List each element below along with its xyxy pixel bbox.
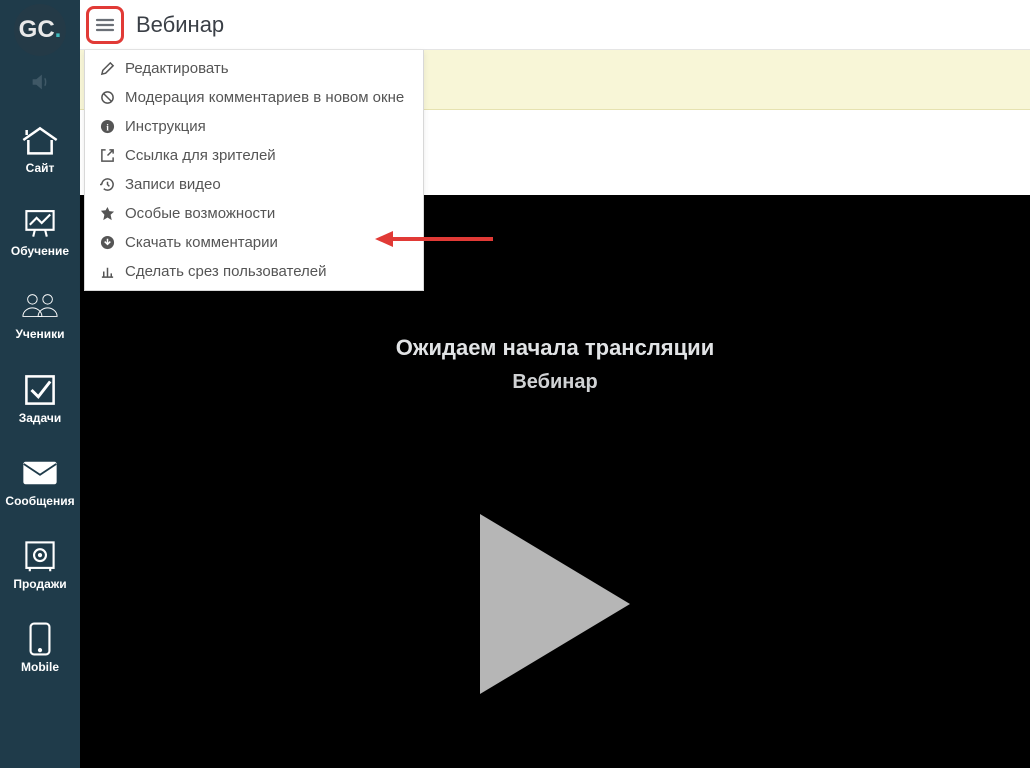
play-button[interactable]: [480, 514, 630, 694]
sidebar: G C . Сайт Обучение: [0, 0, 80, 768]
dropdown-item-recordings[interactable]: Записи видео: [85, 170, 423, 199]
pencil-icon: [99, 61, 115, 77]
sidebar-item-label: Продажи: [13, 578, 66, 591]
dropdown-item-download-comments[interactable]: Скачать комментарии: [85, 228, 423, 257]
page-title: Вебинар: [136, 12, 224, 38]
sidebar-item-sales[interactable]: Продажи: [0, 536, 80, 591]
users-icon: [18, 286, 62, 326]
sidebar-item-site[interactable]: Сайт: [0, 120, 80, 175]
topbar: Вебинар: [80, 0, 1030, 50]
svg-text:i: i: [106, 123, 109, 133]
main: Вебинар Редактировать Модерация коммента…: [80, 0, 1030, 768]
sidebar-item-label: Сайт: [26, 162, 55, 175]
waiting-text-line1: Ожидаем начала трансляции: [396, 335, 714, 361]
dropdown-item-user-snapshot[interactable]: Сделать срез пользователей: [85, 257, 423, 286]
phone-icon: [18, 619, 62, 659]
dropdown-item-special[interactable]: Особые возможности: [85, 199, 423, 228]
sidebar-item-tasks[interactable]: Задачи: [0, 370, 80, 425]
logo-text-g: G: [19, 16, 38, 44]
dropdown-item-label: Ссылка для зрителей: [125, 147, 276, 164]
envelope-icon: [18, 453, 62, 493]
sidebar-item-messages[interactable]: Сообщения: [0, 453, 80, 508]
sidebar-item-label: Задачи: [19, 412, 62, 425]
dropdown-item-instruction[interactable]: i Инструкция: [85, 112, 423, 141]
dropdown-item-label: Записи видео: [125, 176, 221, 193]
waiting-text-line2: Вебинар: [512, 371, 597, 394]
sidebar-item-learning[interactable]: Обучение: [0, 203, 80, 258]
sidebar-item-label: Сообщения: [5, 495, 74, 508]
speaker-icon[interactable]: [26, 68, 54, 96]
download-icon: [99, 235, 115, 251]
dropdown-item-label: Скачать комментарии: [125, 234, 278, 251]
logo-text-c: C: [37, 16, 54, 44]
sidebar-item-label: Ученики: [15, 328, 64, 341]
dropdown-item-moderation[interactable]: Модерация комментариев в новом окне: [85, 83, 423, 112]
dropdown-item-label: Сделать срез пользователей: [125, 263, 327, 280]
dropdown-item-label: Модерация комментариев в новом окне: [125, 89, 404, 106]
dropdown-item-viewer-link[interactable]: Ссылка для зрителей: [85, 141, 423, 170]
logo[interactable]: G C .: [14, 4, 66, 56]
logo-text-dot: .: [55, 16, 62, 44]
home-icon: [18, 120, 62, 160]
dropdown-menu: Редактировать Модерация комментариев в н…: [84, 50, 424, 291]
sidebar-item-label: Mobile: [21, 661, 59, 674]
checkbox-icon: [18, 370, 62, 410]
dropdown-item-label: Особые возможности: [125, 205, 275, 222]
chart-board-icon: [18, 203, 62, 243]
star-icon: [99, 206, 115, 222]
dropdown-item-label: Редактировать: [125, 60, 229, 77]
info-icon: i: [99, 119, 115, 135]
history-icon: [99, 177, 115, 193]
external-link-icon: [99, 148, 115, 164]
sidebar-item-mobile[interactable]: Mobile: [0, 619, 80, 674]
sidebar-item-label: Обучение: [11, 245, 69, 258]
dropdown-item-edit[interactable]: Редактировать: [85, 54, 423, 83]
menu-button[interactable]: [86, 6, 124, 44]
ban-icon: [99, 90, 115, 106]
dropdown-item-label: Инструкция: [125, 118, 206, 135]
sidebar-item-students[interactable]: Ученики: [0, 286, 80, 341]
safe-icon: [18, 536, 62, 576]
bar-chart-icon: [99, 264, 115, 280]
